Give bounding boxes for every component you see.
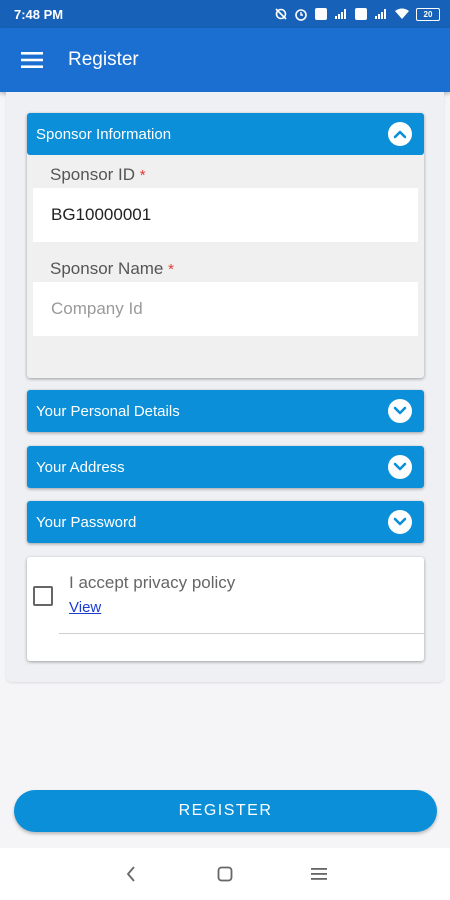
status-bar: 7:48 PM 20: [0, 0, 450, 28]
address-header[interactable]: Your Address: [27, 446, 424, 488]
privacy-checkbox[interactable]: [33, 586, 53, 606]
battery-level: 20: [423, 9, 433, 19]
recents-menu-icon: [311, 868, 327, 880]
recents-button[interactable]: [272, 848, 366, 900]
privacy-card: I accept privacy policy View: [27, 557, 424, 661]
chevron-down-icon: [393, 462, 407, 471]
home-button[interactable]: [178, 848, 272, 900]
signal-icon-2: [375, 9, 386, 19]
sponsor-name-label: Sponsor Name *: [50, 259, 174, 279]
chevron-up-icon: [393, 130, 407, 139]
volte-icon-2: [355, 8, 367, 20]
required-mark: *: [139, 167, 146, 184]
volte-icon: [315, 8, 327, 20]
sponsor-id-field[interactable]: BG10000001: [33, 188, 418, 242]
sync-icon: [275, 8, 287, 20]
battery-icon: 20: [416, 7, 440, 21]
back-button[interactable]: [84, 848, 178, 900]
wifi-icon: [395, 8, 409, 19]
privacy-text: I accept privacy policy: [69, 573, 236, 592]
menu-button[interactable]: [0, 28, 64, 92]
sponsor-info-panel: Sponsor Information Sponsor ID * BG10000…: [27, 113, 424, 378]
password-header[interactable]: Your Password: [27, 501, 424, 543]
sponsor-id-label: Sponsor ID *: [50, 165, 146, 185]
personal-details-title: Your Personal Details: [36, 402, 180, 420]
sponsor-name-label-text: Sponsor Name: [50, 259, 164, 278]
sponsor-info-header[interactable]: Sponsor Information: [27, 113, 424, 155]
expand-button[interactable]: [388, 455, 412, 479]
expand-button[interactable]: [388, 510, 412, 534]
address-title: Your Address: [36, 458, 125, 476]
password-title: Your Password: [36, 513, 137, 531]
personal-details-header[interactable]: Your Personal Details: [27, 390, 424, 432]
chevron-down-icon: [393, 517, 407, 526]
sponsor-info-title: Sponsor Information: [36, 125, 172, 143]
chevron-down-icon: [393, 406, 407, 415]
sponsor-id-value: BG10000001: [51, 205, 152, 224]
status-time: 7:48 PM: [14, 6, 64, 22]
register-button[interactable]: REGISTER: [14, 790, 437, 832]
status-icons: 20: [274, 7, 440, 21]
alarm-icon: [295, 9, 307, 21]
password-panel: Your Password: [27, 501, 424, 543]
signal-icon-1: [335, 9, 346, 19]
back-icon: [126, 866, 135, 882]
personal-details-panel: Your Personal Details: [27, 390, 424, 432]
collapse-button[interactable]: [388, 122, 412, 146]
required-mark: *: [168, 261, 174, 278]
sponsor-name-placeholder: Company Id: [51, 299, 143, 318]
expand-button[interactable]: [388, 399, 412, 423]
home-icon: [217, 866, 233, 882]
system-nav-bar: [0, 848, 450, 900]
privacy-view-link[interactable]: View: [69, 599, 101, 616]
hamburger-menu-icon: [21, 52, 43, 68]
app-bar: Register: [0, 28, 450, 92]
address-panel: Your Address: [27, 446, 424, 488]
page-title: Register: [68, 49, 139, 70]
divider: [59, 633, 424, 634]
sponsor-name-field[interactable]: Company Id: [33, 282, 418, 336]
sponsor-id-label-text: Sponsor ID: [50, 165, 136, 184]
